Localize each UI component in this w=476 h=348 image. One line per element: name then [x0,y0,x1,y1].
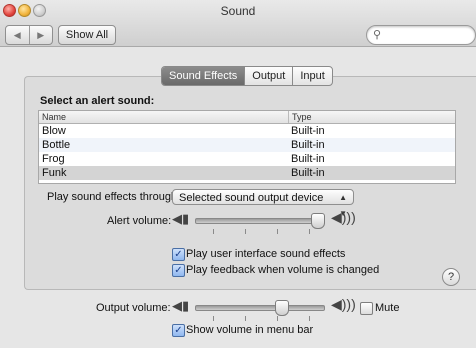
search-icon: ⚲ [373,29,382,41]
back-arrow-icon[interactable]: ◀ [6,26,29,44]
slider-tick [245,229,246,234]
output-volume-ticks [195,316,323,322]
show-volume-menu-bar-checkbox[interactable]: ✓ [172,324,185,337]
output-volume-label: Output volume: [96,302,171,314]
alert-volume-knob[interactable] [310,213,325,229]
feedback-label: Play feedback when volume is changed [186,264,380,276]
sound-type: Built-in [291,167,325,179]
feedback-checkbox[interactable]: ✓ [172,264,185,277]
help-button[interactable]: ? [442,268,460,286]
output-device-popup[interactable]: Selected sound output device ▲ ▼ [172,189,354,218]
sound-name: Blow [42,125,66,137]
sound-name: Frog [42,153,65,165]
mute-label: Mute [375,302,400,314]
output-volume-low-icon: ◀▮ [172,298,190,313]
show-volume-menu-bar-label: Show volume in menu bar [186,324,314,336]
sound-type: Built-in [291,153,325,165]
navigation-segment: ◀ ▶ [5,25,53,45]
table-row[interactable]: Blow Built-in [39,124,455,138]
slider-tick [309,316,310,321]
title-bar: Sound ◀ ▶ Show All ⚲ [0,0,476,47]
alert-sound-table: Name Type Blow Built-in Bottle Built-in … [38,110,456,184]
slider-tick [277,316,278,321]
column-header-type[interactable]: Type [289,111,312,123]
output-volume-track[interactable] [195,305,325,311]
sound-name: Bottle [42,139,71,151]
ui-sounds-checkbox[interactable]: ✓ [172,248,185,261]
tab-input[interactable]: Input [292,67,331,85]
table-row[interactable]: Bottle Built-in [39,138,455,152]
ui-sounds-label: Play user interface sound effects [186,248,346,260]
volume-low-icon: ◀▮ [172,211,190,226]
tab-sound-effects[interactable]: Sound Effects [162,67,245,85]
tab-output[interactable]: Output [244,67,292,85]
show-all-button[interactable]: Show All [58,25,116,45]
table-header: Name Type [39,111,455,124]
sound-preferences-window: Sound ◀ ▶ Show All ⚲ Sound Effects Outpu… [0,0,476,348]
column-header-name[interactable]: Name [39,111,289,123]
slider-tick [309,229,310,234]
volume-high-icon: ◀))) [331,209,356,225]
search-input[interactable] [387,28,471,42]
window-title: Sound [220,4,256,18]
alert-volume-ticks [195,229,323,235]
output-volume-high-icon: ◀))) [331,296,356,312]
slider-tick [245,316,246,321]
alert-volume-label: Alert volume: [107,215,172,227]
slider-tick [213,316,214,321]
tab-bar: Sound Effects Output Input [161,66,333,86]
mute-checkbox[interactable] [360,302,373,315]
sound-name: Funk [42,167,67,179]
alert-sound-heading: Select an alert sound: [40,95,155,107]
sound-type: Built-in [291,125,325,137]
sound-type: Built-in [291,139,325,151]
output-volume-knob[interactable] [274,300,289,316]
output-device-value: Selected sound output device [179,192,324,204]
slider-tick [213,229,214,234]
search-field[interactable]: ⚲ [366,25,476,45]
alert-volume-track[interactable] [195,218,325,224]
table-row[interactable]: Frog Built-in [39,152,455,166]
table-row-selected[interactable]: Funk Built-in [39,166,455,180]
slider-tick [277,229,278,234]
sound-effects-through-label: Play sound effects through: [47,191,181,203]
forward-arrow-icon[interactable]: ▶ [28,26,53,44]
